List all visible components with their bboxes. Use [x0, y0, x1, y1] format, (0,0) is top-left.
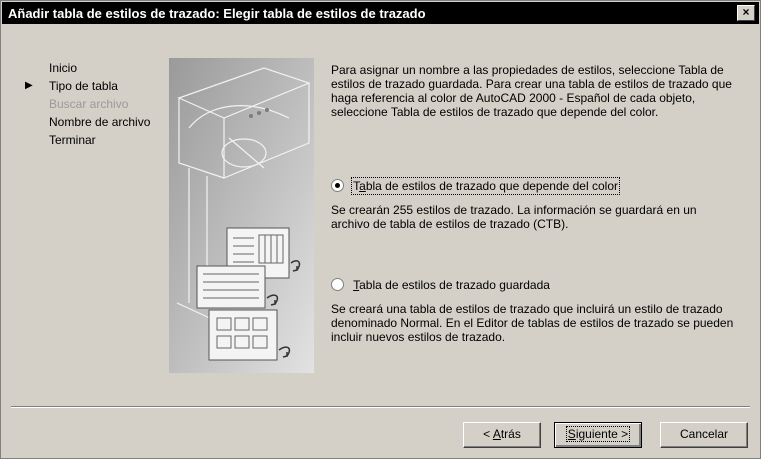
radio-button-checked[interactable] [331, 179, 344, 192]
radio-named-table[interactable]: Tabla de estilos de trazado guardada [331, 278, 550, 292]
title-bar: Añadir tabla de estilos de trazado: Eleg… [2, 2, 759, 24]
close-button[interactable]: × [737, 5, 755, 21]
radio-color-dependent[interactable]: Tabla de estilos de trazado que depende … [331, 177, 620, 195]
radio-label-named-table[interactable]: Tabla de estilos de trazado guardada [353, 278, 550, 292]
radio-label-color-dependent[interactable]: Tabla de estilos de trazado que depende … [351, 177, 620, 195]
intro-text: Para asignar un nombre a las propiedades… [331, 63, 732, 119]
content-panel: Para asignar un nombre a las propiedades… [331, 63, 736, 344]
radio-button-unchecked[interactable] [331, 278, 344, 291]
sheet-2 [196, 265, 266, 309]
close-icon: × [742, 5, 750, 19]
current-step-arrow-icon: ▶ [25, 80, 33, 91]
description-color-dependent: Se crearán 255 estilos de trazado. La in… [331, 203, 697, 231]
step-label: Inicio [49, 61, 78, 75]
step-inicio: Inicio [49, 59, 150, 77]
step-buscar-archivo: Buscar archivo [49, 95, 150, 113]
step-label: Nombre de archivo [49, 115, 151, 129]
separator [11, 406, 750, 408]
step-label: Terminar [49, 133, 96, 147]
description-named-table: Se creará una tabla de estilos de trazad… [331, 302, 734, 344]
step-terminar: Terminar [49, 131, 150, 149]
wizard-steps: Inicio ▶ Tipo de tabla Buscar archivo No… [25, 59, 150, 149]
back-button[interactable]: < Atrás [463, 422, 541, 448]
step-label: Buscar archivo [49, 97, 129, 111]
step-label: Tipo de tabla [49, 79, 118, 93]
step-nombre-de-archivo: Nombre de archivo [49, 113, 150, 131]
step-tipo-de-tabla: ▶ Tipo de tabla [25, 77, 150, 95]
dialog-title: Añadir tabla de estilos de trazado: Eleg… [8, 6, 426, 21]
dialog-window: Añadir tabla de estilos de trazado: Eleg… [0, 0, 761, 459]
plotter-illustration [169, 58, 314, 373]
next-button[interactable]: Siguiente > [554, 422, 642, 448]
cancel-button[interactable]: Cancelar [660, 422, 748, 448]
